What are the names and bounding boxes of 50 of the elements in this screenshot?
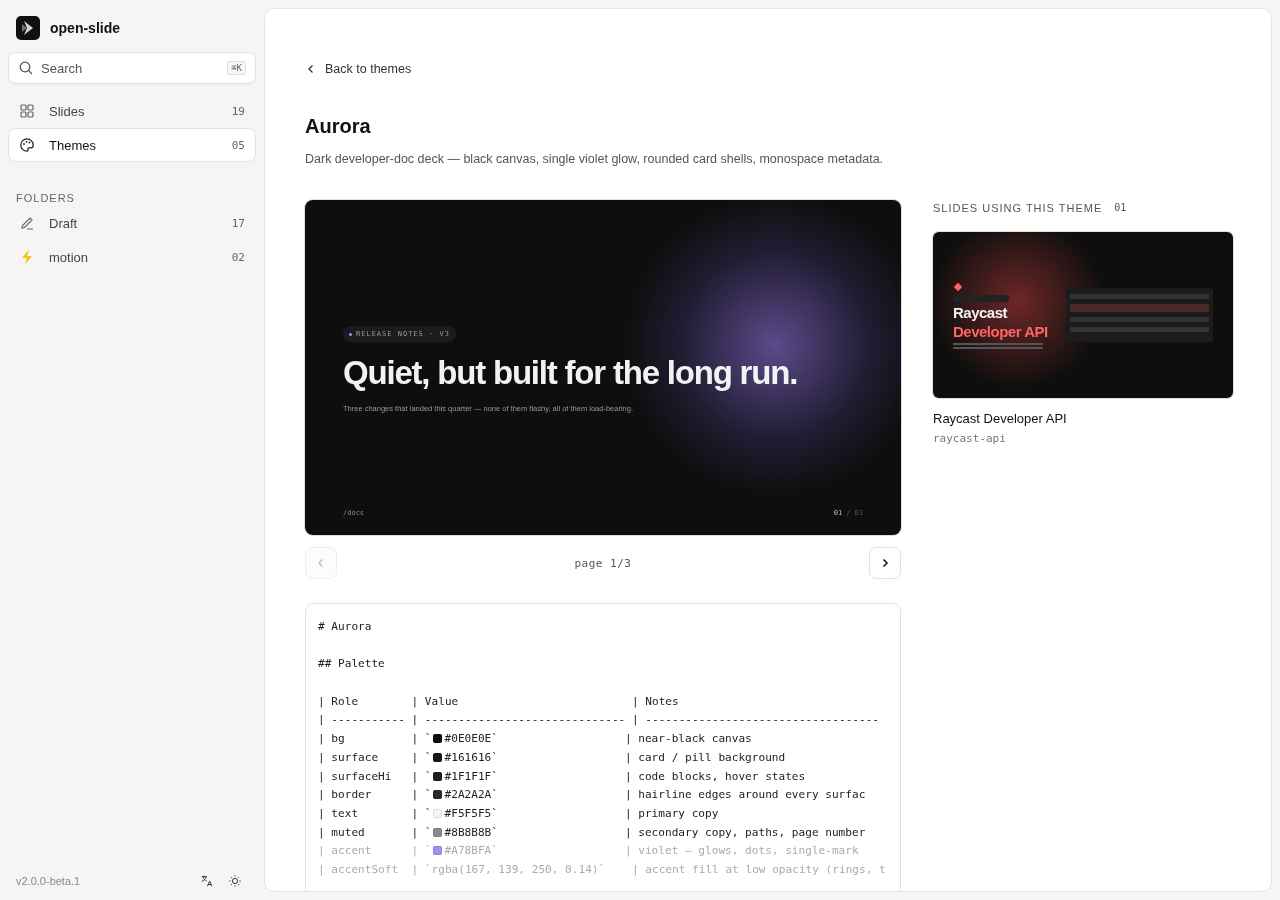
grid-icon [19,103,35,119]
code-line: | ----------- | ------------------------------ | ----------------------------------- [318,713,880,727]
code-text: #8B8B8B` | secondary copy, paths, page number [444,825,866,839]
folder-item[interactable]: motion 02 [8,240,256,274]
logo-icon [16,16,40,40]
code-line: # Aurora [318,620,372,633]
folder-item[interactable]: Draft 17 [8,206,256,240]
next-page-button[interactable] [869,547,901,579]
thumbnail-accent-title: Developer API [953,323,1048,340]
code-text: #0E0E0E` | near-black canvas [444,732,752,746]
code-line: | Role | Value | Notes [318,694,679,708]
thumbnail-title: Raycast [953,304,1008,321]
palette-icon [19,137,35,153]
slide-count: 01 [1114,202,1127,214]
code-text: | accent | ` [318,844,432,858]
sun-icon[interactable] [228,874,242,888]
code-text: #F5F5F5` | primary copy [444,806,719,820]
code-text: | bg | ` [318,732,432,746]
logo-icon [953,281,963,292]
version-label: v2.0.0-beta.1 [16,875,82,887]
pill-drawing [953,294,1009,302]
section-heading: SLIDES USING THIS THEME [933,202,1103,214]
code-line: ## Palette [318,657,385,671]
slide-slug: raycast-api [933,432,1007,445]
page-indicator: page 1/3 [574,556,632,570]
slide-title[interactable]: Raycast Developer API [933,411,1233,426]
slide-headline: Quiet, but built for the long run. [343,354,798,392]
section-heading: FOLDERS [15,192,76,204]
code-text: #161616` | card / pill background [444,750,786,764]
shortcut-badge: ⌘K [227,61,246,75]
theme-description: Dark developer-doc deck — black canvas, single violet glow, rounded card shells, monospace metadata. [305,152,885,166]
code-text: #1F1F1F` | code blocks, hover states [444,769,806,783]
app-name: open-slide [50,20,120,36]
lightning-icon [19,249,35,265]
code-text: #A78BFA` | violet — glows, dots, single-mark [444,844,859,858]
code-line: | accentSoft | `rgba(167, 139, 250, 0.14)` | accent fill at low opacity (rings, t [318,862,886,876]
code-text: | border | ` [318,788,432,802]
code-text: | surfaceHi | ` [318,769,432,783]
code-text: | text | ` [318,806,432,820]
theme-title: Aurora [305,115,372,138]
back-link[interactable]: Back to themes [305,62,412,76]
translate-icon[interactable] [200,874,214,888]
code-text: | muted | ` [318,825,432,839]
slide-thumbnail[interactable]: Raycast Developer API [933,232,1233,398]
nav-item[interactable]: Themes 05 [8,128,256,162]
code-text: | surface | ` [318,750,432,764]
code-text: #2A2A2A` | hairline edges around every surfac [444,788,866,802]
search-icon [18,60,34,76]
nav-item[interactable]: Slides 19 [8,94,256,128]
pencil-icon [19,215,35,231]
